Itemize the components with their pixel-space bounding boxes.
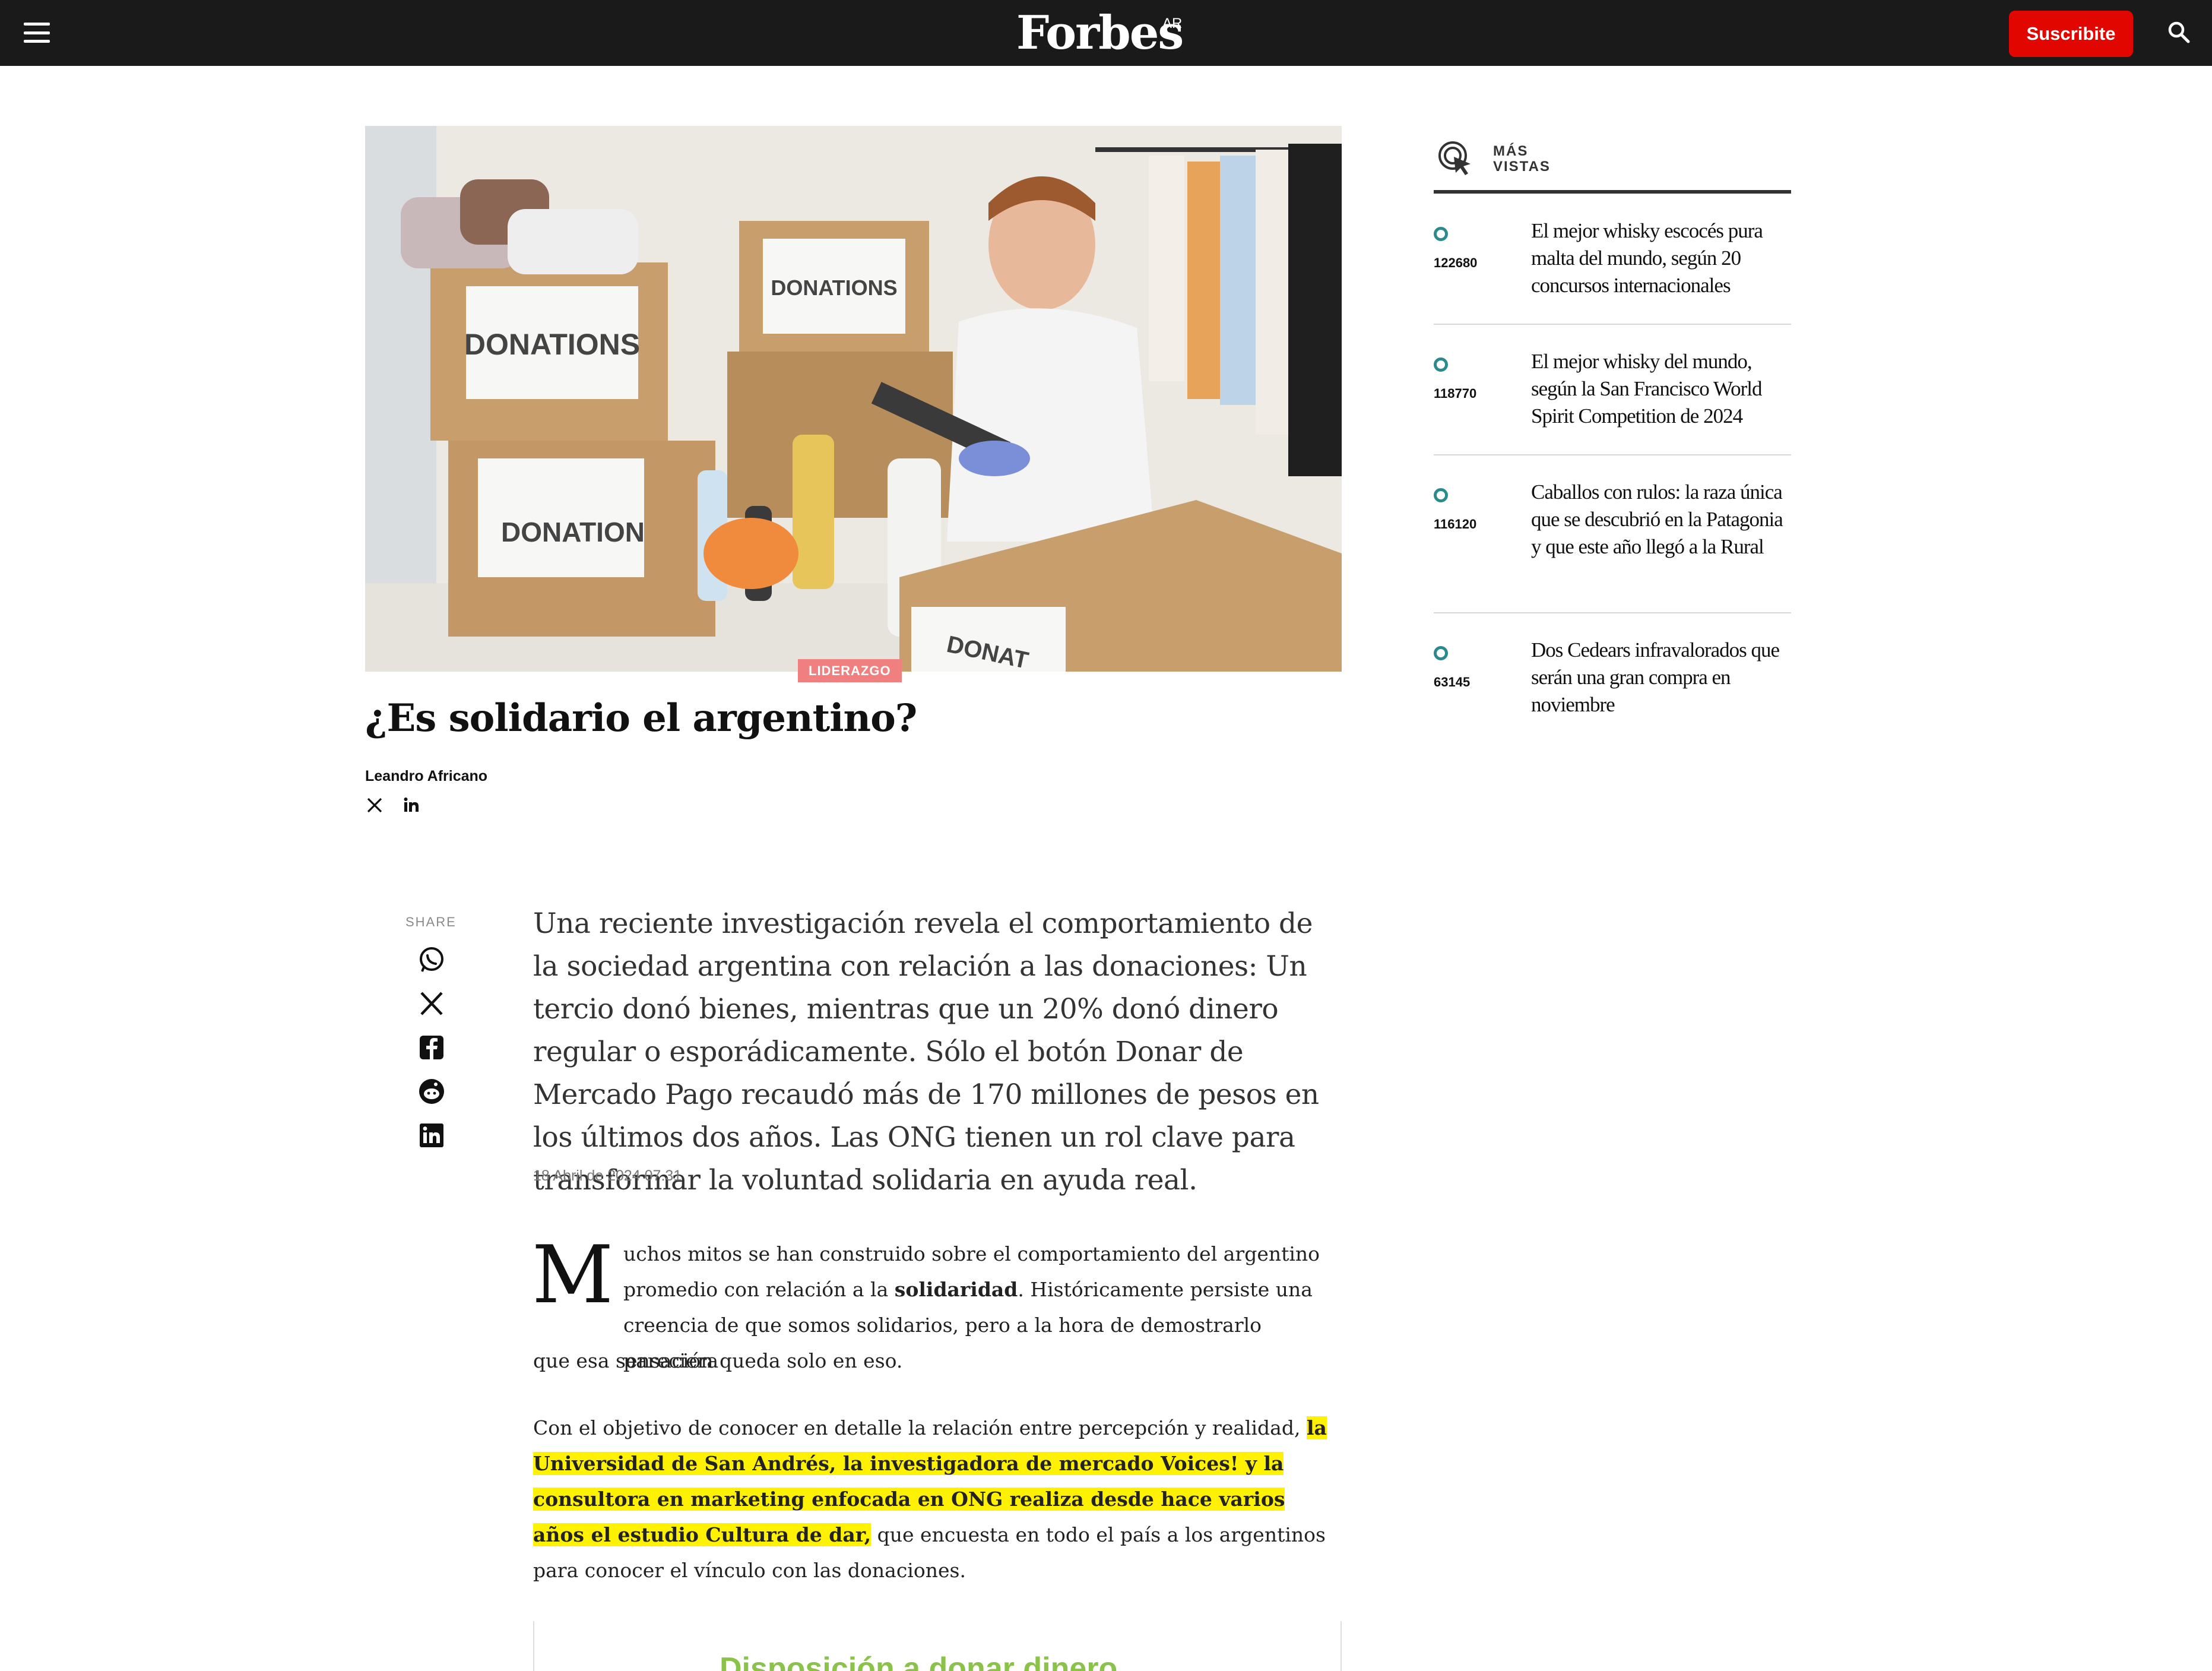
bullet-icon (1434, 357, 1448, 372)
view-count: 122680 (1434, 255, 1478, 270)
most-viewed-title[interactable]: Caballos con rulos: la raza única que se… (1531, 479, 1792, 561)
edition-label: AR (1162, 15, 1183, 31)
share-label: SHARE (405, 914, 457, 929)
box-label: DONATIONS (771, 276, 897, 300)
embed-title: Disposición a donar dinero (720, 1651, 1118, 1671)
facebook-icon[interactable] (417, 1033, 446, 1062)
bullet-icon (1434, 488, 1448, 502)
search-icon[interactable] (2167, 20, 2191, 44)
reddit-icon[interactable] (417, 1077, 446, 1106)
most-viewed-label: MÁS VISTAS (1493, 143, 1551, 175)
box-label: DONATIONS (464, 328, 640, 361)
view-count: 116120 (1434, 517, 1477, 531)
menu-icon[interactable] (24, 23, 50, 43)
most-viewed-item[interactable]: 116120 Caballos con rulos: la raza única… (1434, 470, 1791, 613)
most-viewed-item[interactable]: 63145 Dos Cedears infravalorados que ser… (1434, 628, 1791, 735)
most-viewed-title[interactable]: El mejor whisky escocés pura malta del m… (1531, 217, 1792, 299)
most-viewed-header: MÁS VISTAS (1434, 137, 1791, 194)
category-tag[interactable]: LIDERAZGO (798, 659, 902, 682)
view-count: 63145 (1434, 675, 1471, 689)
most-viewed-item[interactable]: 122680 El mejor whisky escocés pura malt… (1434, 209, 1791, 325)
author-social-links (365, 796, 421, 815)
subscribe-button[interactable]: Suscribite (2009, 11, 2133, 57)
linkedin-icon[interactable] (417, 1121, 446, 1150)
whatsapp-icon[interactable] (417, 945, 446, 974)
trending-click-icon (1438, 141, 1471, 175)
author-name[interactable]: Leandro Africano (365, 768, 487, 785)
embedded-chart: Disposición a donar dinero (533, 1621, 1342, 1671)
bold-keyword: solidaridad (894, 1278, 1018, 1301)
bullet-icon (1434, 646, 1448, 660)
box-label: DONATION (501, 517, 645, 547)
x-twitter-icon[interactable] (417, 989, 446, 1018)
article-lead: Una reciente investigación revela el com… (533, 907, 1319, 1197)
forbes-logo[interactable]: Forbes (1016, 6, 1184, 60)
linkedin-icon[interactable] (402, 796, 421, 815)
article-title: ¿Es solidario el argentino? (365, 696, 917, 740)
most-viewed-item[interactable]: 118770 El mejor whisky del mundo, según … (1434, 340, 1791, 455)
top-navbar: Forbes AR Suscribite (0, 0, 2212, 66)
drop-cap: M (532, 1229, 614, 1321)
hero-image: DONATIONS DONATION DONATIONS DONAT (365, 126, 1342, 672)
most-viewed-title[interactable]: El mejor whisky del mundo, según la San … (1531, 348, 1792, 430)
article-paragraph: Con el objetivo de conocer en detalle la… (533, 1416, 1327, 1582)
bullet-icon (1434, 227, 1448, 241)
view-count: 118770 (1434, 386, 1477, 401)
share-buttons (416, 945, 448, 1150)
publish-date: 18 Abril de 2024 07.31 (533, 1167, 682, 1184)
most-viewed-title[interactable]: Dos Cedears infravalorados que serán una… (1531, 637, 1792, 719)
x-twitter-icon[interactable] (365, 796, 384, 815)
article-paragraph-end: que esa sensación queda solo en eso. (533, 1349, 903, 1372)
